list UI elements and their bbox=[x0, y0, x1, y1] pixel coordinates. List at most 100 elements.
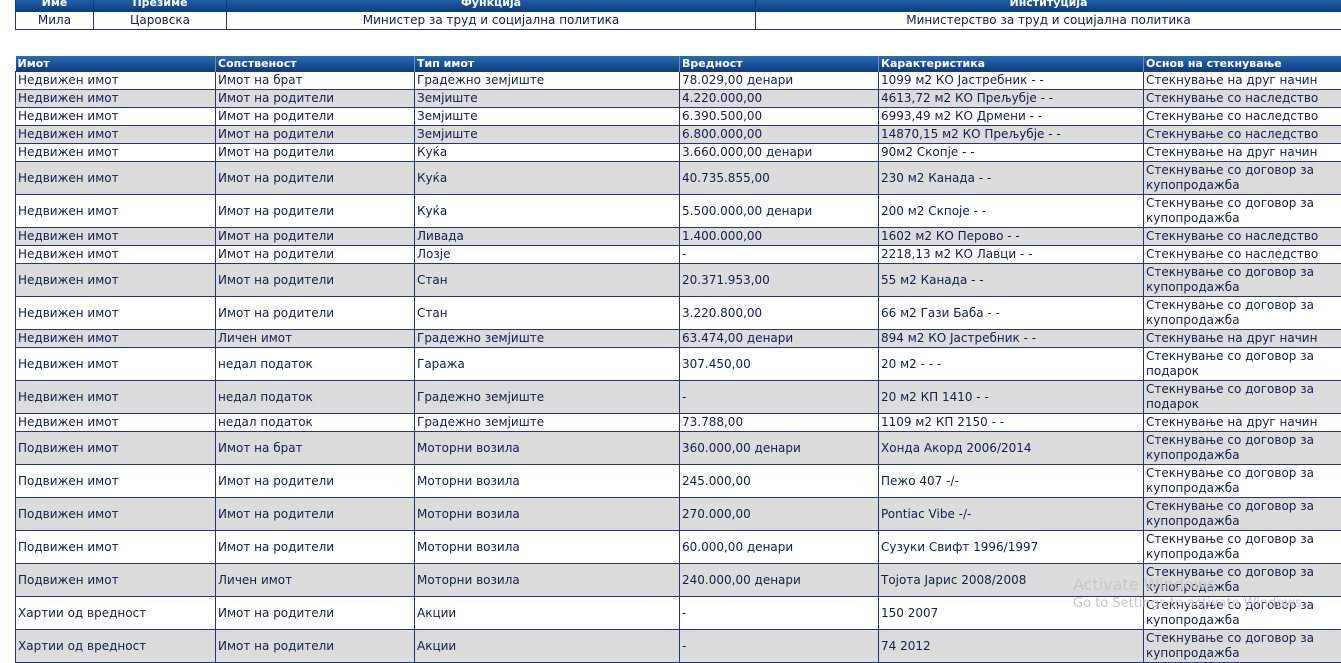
cell-property-kind: Моторни возила bbox=[415, 498, 680, 531]
cell-property-kind: Куќа bbox=[415, 195, 680, 228]
cell-property-kind: Градежно земјиште bbox=[415, 330, 680, 348]
cell-ownership: Имот на родители bbox=[216, 228, 415, 246]
cell-characteristic: Сузуки Свифт 1996/1997 bbox=[879, 531, 1144, 564]
cell-acquisition-basis: Стекнување на друг начин bbox=[1144, 330, 1341, 348]
cell-asset-type: Недвижен имот bbox=[16, 414, 216, 432]
cell-characteristic: 150 2007 bbox=[879, 597, 1144, 630]
cell-acquisition-basis: Стекнување на друг начин bbox=[1144, 414, 1341, 432]
cell-ownership: недал податок bbox=[216, 348, 415, 381]
cell-characteristic: 20 м2 - - - bbox=[879, 348, 1144, 381]
cell-ownership: Имот на родители bbox=[216, 264, 415, 297]
cell-ownership: Имот на родители bbox=[216, 465, 415, 498]
cell-value: 60.000,00 денари bbox=[680, 531, 879, 564]
assets-table: Имот Сопственост Тип имот Вредност Карак… bbox=[15, 56, 1341, 663]
person-last-name: Царовска bbox=[94, 12, 227, 30]
cell-ownership: Имот на родители bbox=[216, 126, 415, 144]
cell-value: 73.788,00 bbox=[680, 414, 879, 432]
cell-characteristic: 2218,13 м2 КО Лавци - - bbox=[879, 246, 1144, 264]
cell-property-kind: Градежно земјиште bbox=[415, 414, 680, 432]
cell-property-kind: Земјиште bbox=[415, 90, 680, 108]
cell-property-kind: Куќа bbox=[415, 162, 680, 195]
cell-characteristic: 55 м2 Канада - - bbox=[879, 264, 1144, 297]
header-acquisition-basis: Основ на стекнување bbox=[1144, 56, 1341, 72]
cell-ownership: Имот на родители bbox=[216, 498, 415, 531]
cell-value: 3.220.800,00 bbox=[680, 297, 879, 330]
cell-characteristic: 20 м2 КП 1410 - - bbox=[879, 381, 1144, 414]
header-characteristic: Карактеристика bbox=[879, 56, 1144, 72]
cell-asset-type: Недвижен имот bbox=[16, 381, 216, 414]
cell-asset-type: Недвижен имот bbox=[16, 144, 216, 162]
table-row: Недвижен имотИмот на родителиКуќа3.660.0… bbox=[16, 144, 1341, 162]
cell-value: 5.500.000,00 денари bbox=[680, 195, 879, 228]
table-row: Недвижен имотИмот на родителиЗемјиште6.3… bbox=[16, 108, 1341, 126]
cell-value: - bbox=[680, 381, 879, 414]
cell-property-kind: Моторни возила bbox=[415, 531, 680, 564]
cell-ownership: недал податок bbox=[216, 414, 415, 432]
cell-asset-type: Недвижен имот bbox=[16, 90, 216, 108]
cell-value: 40.735.855,00 bbox=[680, 162, 879, 195]
person-header-first-name: Име bbox=[16, 0, 94, 12]
cell-asset-type: Недвижен имот bbox=[16, 108, 216, 126]
cell-characteristic: 6993,49 м2 КО Дрмени - - bbox=[879, 108, 1144, 126]
table-row: Недвижен имотИмот на родителиЛивада1.400… bbox=[16, 228, 1341, 246]
person-header-row: Име Презиме Функција Институција bbox=[16, 0, 1341, 12]
cell-characteristic: Пежо 407 -/- bbox=[879, 465, 1144, 498]
cell-property-kind: Стан bbox=[415, 264, 680, 297]
cell-acquisition-basis: Стекнување со договор за подарок bbox=[1144, 381, 1341, 414]
cell-acquisition-basis: Стекнување на друг начин bbox=[1144, 144, 1341, 162]
header-ownership: Сопственост bbox=[216, 56, 415, 72]
cell-value: 63.474,00 денари bbox=[680, 330, 879, 348]
cell-property-kind: Ливада bbox=[415, 228, 680, 246]
cell-asset-type: Недвижен имот bbox=[16, 348, 216, 381]
cell-acquisition-basis: Стекнување на друг начин bbox=[1144, 72, 1341, 90]
cell-property-kind: Моторни возила bbox=[415, 432, 680, 465]
cell-value: 240.000,00 денари bbox=[680, 564, 879, 597]
cell-ownership: Имот на родители bbox=[216, 108, 415, 126]
cell-asset-type: Недвижен имот bbox=[16, 72, 216, 90]
cell-characteristic: 66 м2 Гази Баба - - bbox=[879, 297, 1144, 330]
cell-characteristic: 200 м2 Скпоје - - bbox=[879, 195, 1144, 228]
cell-ownership: Имот на родители bbox=[216, 162, 415, 195]
cell-property-kind: Градежно земјиште bbox=[415, 381, 680, 414]
cell-acquisition-basis: Стекнување со договор за подарок bbox=[1144, 348, 1341, 381]
cell-characteristic: 74 2012 bbox=[879, 630, 1144, 663]
cell-value: 1.400.000,00 bbox=[680, 228, 879, 246]
table-row: Подвижен имотИмот на родителиМоторни воз… bbox=[16, 531, 1341, 564]
cell-value: 270.000,00 bbox=[680, 498, 879, 531]
table-row: Хартии од вредностИмот на родителиАкции-… bbox=[16, 630, 1341, 663]
cell-characteristic: 1099 м2 КО Јастребник - - bbox=[879, 72, 1144, 90]
cell-ownership: Имот на родители bbox=[216, 144, 415, 162]
cell-asset-type: Недвижен имот bbox=[16, 195, 216, 228]
cell-acquisition-basis: Стекнување со договор за купопродажба bbox=[1144, 162, 1341, 195]
cell-acquisition-basis: Стекнување со договор за купопродажба bbox=[1144, 564, 1341, 597]
cell-ownership: Имот на родители bbox=[216, 90, 415, 108]
cell-ownership: Имот на родители bbox=[216, 195, 415, 228]
cell-property-kind: Куќа bbox=[415, 144, 680, 162]
table-row: Подвижен имотИмот на родителиМоторни воз… bbox=[16, 465, 1341, 498]
cell-value: 307.450,00 bbox=[680, 348, 879, 381]
table-row: Недвижен имотИмот на родителиКуќа40.735.… bbox=[16, 162, 1341, 195]
cell-asset-type: Подвижен имот bbox=[16, 564, 216, 597]
table-row: Недвижен имотИмот на братГрадежно земјиш… bbox=[16, 72, 1341, 90]
cell-value: - bbox=[680, 630, 879, 663]
cell-asset-type: Подвижен имот bbox=[16, 432, 216, 465]
cell-acquisition-basis: Стекнување со договор за купопродажба bbox=[1144, 597, 1341, 630]
cell-property-kind: Акции bbox=[415, 597, 680, 630]
table-row: Недвижен имотнедал податокГаража307.450,… bbox=[16, 348, 1341, 381]
cell-acquisition-basis: Стекнување со договор за купопродажба bbox=[1144, 531, 1341, 564]
cell-ownership: Имот на брат bbox=[216, 72, 415, 90]
cell-acquisition-basis: Стекнување со договор за купопродажба bbox=[1144, 630, 1341, 663]
cell-property-kind: Гаража bbox=[415, 348, 680, 381]
cell-asset-type: Недвижен имот bbox=[16, 228, 216, 246]
table-row: Недвижен имотИмот на родителиЗемјиште4.2… bbox=[16, 90, 1341, 108]
header-asset-type: Имот bbox=[16, 56, 216, 72]
cell-asset-type: Недвижен имот bbox=[16, 264, 216, 297]
cell-asset-type: Недвижен имот bbox=[16, 162, 216, 195]
cell-acquisition-basis: Стекнување со договор за купопродажба bbox=[1144, 498, 1341, 531]
cell-value: 6.390.500,00 bbox=[680, 108, 879, 126]
cell-characteristic: 4613,72 м2 КО Прељубје - - bbox=[879, 90, 1144, 108]
cell-characteristic: 894 м2 КО Јастребник - - bbox=[879, 330, 1144, 348]
table-row: Подвижен имотИмот на родителиМоторни воз… bbox=[16, 498, 1341, 531]
table-row: Недвижен имотнедал податокГрадежно земји… bbox=[16, 381, 1341, 414]
table-row: Недвижен имотИмот на родителиЗемјиште6.8… bbox=[16, 126, 1341, 144]
